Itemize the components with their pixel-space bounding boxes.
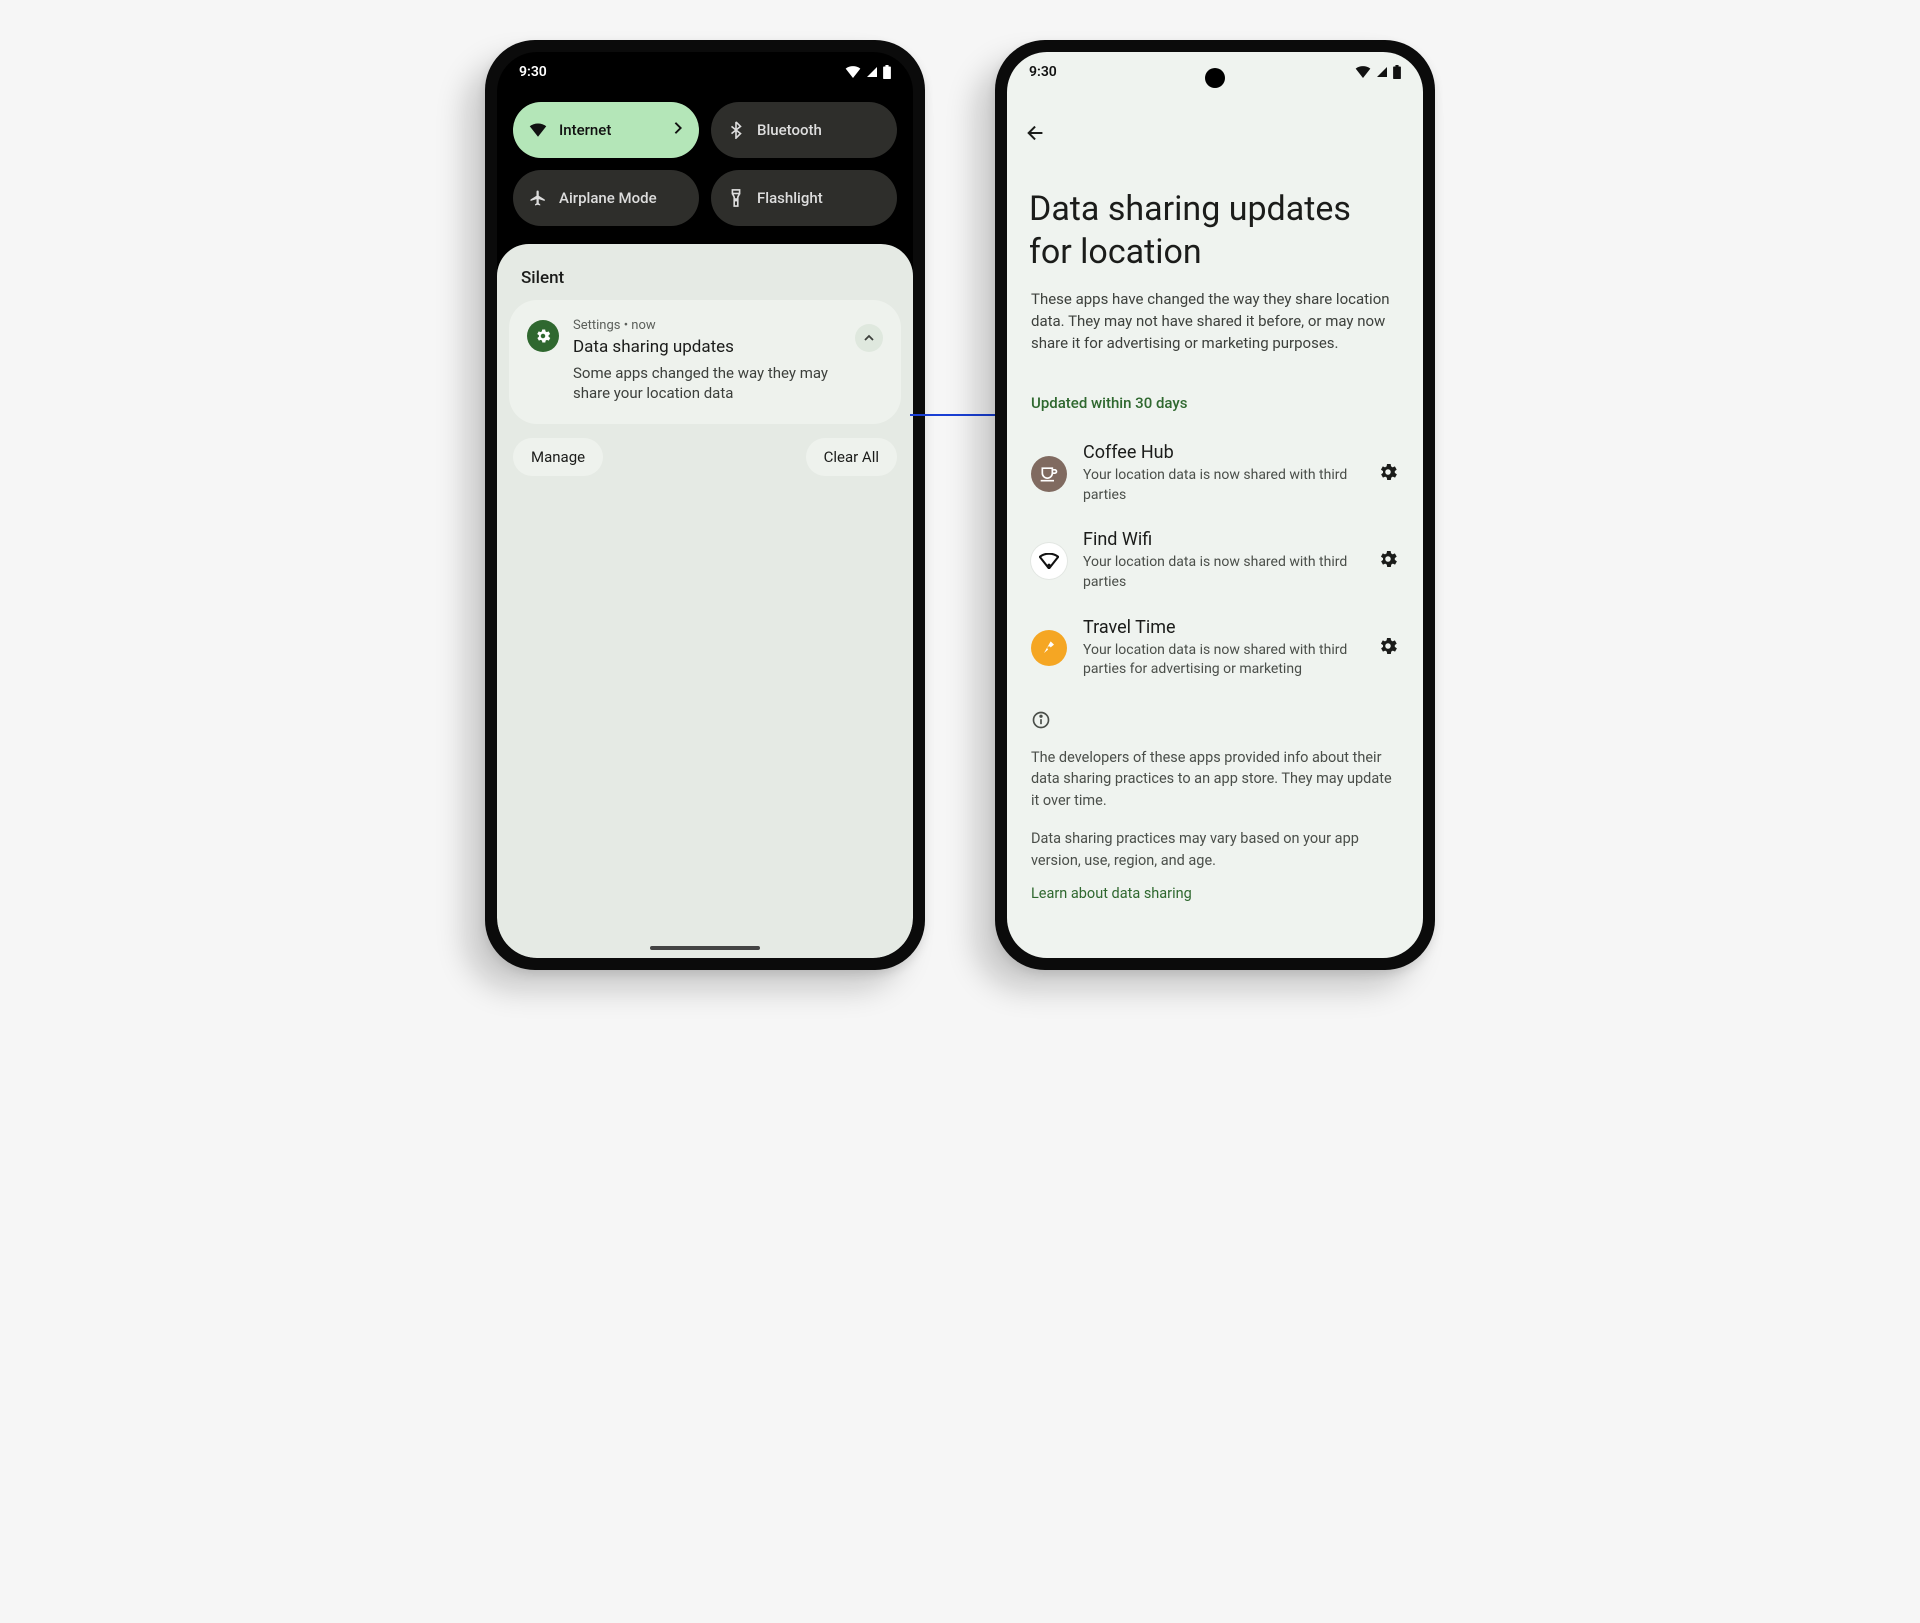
- qs-tile-flashlight[interactable]: Flashlight: [711, 170, 897, 226]
- wifi-app-icon: [1031, 543, 1067, 579]
- page-description: These apps have changed the way they sha…: [1007, 279, 1423, 354]
- notification-card[interactable]: Settings • now Data sharing updates Some…: [509, 300, 901, 424]
- app-sub: Your location data is now shared with th…: [1083, 466, 1361, 505]
- status-icons: [845, 65, 891, 79]
- notification-shade: Silent Settings • now Data sharing updat…: [497, 244, 913, 958]
- gear-icon: [1377, 635, 1399, 657]
- qs-tile-airplane[interactable]: Airplane Mode: [513, 170, 699, 226]
- app-settings-button[interactable]: [1377, 635, 1399, 661]
- status-bar: 9:30: [497, 52, 913, 92]
- flashlight-icon: [727, 189, 745, 207]
- back-button[interactable]: [1025, 129, 1047, 148]
- info-icon: [1031, 710, 1399, 737]
- app-sub: Your location data is now shared with th…: [1083, 553, 1361, 592]
- qs-tile-bluetooth[interactable]: Bluetooth: [711, 102, 897, 158]
- clock: 9:30: [1029, 64, 1057, 80]
- battery-icon: [1393, 65, 1401, 79]
- wifi-icon: [529, 123, 547, 137]
- app-row-travel-time[interactable]: Travel Time Your location data is now sh…: [1007, 593, 1423, 680]
- app-name: Coffee Hub: [1083, 442, 1361, 463]
- camera-hole: [1205, 68, 1225, 88]
- app-settings-button[interactable]: [1377, 461, 1399, 487]
- signal-icon: [865, 66, 879, 78]
- app-row-coffee-hub[interactable]: Coffee Hub Your location data is now sha…: [1007, 418, 1423, 505]
- phone-notification-shade: 9:30 Internet: [485, 40, 925, 970]
- compass-icon: [1031, 630, 1067, 666]
- notification-app-label: Settings • now: [573, 318, 841, 333]
- coffee-icon: [1031, 456, 1067, 492]
- qs-label: Bluetooth: [757, 121, 822, 139]
- bluetooth-icon: [727, 121, 745, 139]
- manage-button[interactable]: Manage: [513, 438, 603, 476]
- phone-settings-page: 9:30 Data sharing updates for location T…: [995, 40, 1435, 970]
- notification-title: Data sharing updates: [573, 337, 841, 357]
- app-row-find-wifi[interactable]: Find Wifi Your location data is now shar…: [1007, 505, 1423, 592]
- page-title: Data sharing updates for location: [1007, 158, 1423, 279]
- nav-handle[interactable]: [650, 946, 760, 950]
- wifi-icon: [845, 66, 861, 78]
- silent-section-label: Silent: [509, 262, 901, 300]
- app-settings-button[interactable]: [1377, 548, 1399, 574]
- app-sub: Your location data is now shared with th…: [1083, 641, 1361, 680]
- info-text-2: Data sharing practices may vary based on…: [1031, 828, 1399, 872]
- updated-subheader: Updated within 30 days: [1007, 354, 1423, 418]
- status-icons: [1355, 65, 1401, 79]
- chevron-up-icon: [863, 334, 875, 342]
- battery-icon: [883, 65, 891, 79]
- gear-icon: [1377, 548, 1399, 570]
- app-name: Travel Time: [1083, 617, 1361, 638]
- wifi-icon: [1355, 66, 1371, 78]
- info-text-1: The developers of these apps provided in…: [1031, 747, 1399, 812]
- quick-settings-grid: Internet Bluetooth Airplane: [497, 92, 913, 244]
- qs-label: Airplane Mode: [559, 189, 657, 207]
- qs-label: Flashlight: [757, 189, 823, 207]
- arrow-left-icon: [1025, 122, 1047, 144]
- learn-link[interactable]: Learn about data sharing: [1007, 871, 1423, 916]
- settings-icon: [527, 320, 559, 352]
- clear-all-button[interactable]: Clear All: [806, 438, 897, 476]
- signal-icon: [1375, 66, 1389, 78]
- chevron-right-icon: [673, 121, 683, 139]
- gear-icon: [1377, 461, 1399, 483]
- airplane-icon: [529, 189, 547, 207]
- collapse-button[interactable]: [855, 324, 883, 352]
- clock: 9:30: [519, 64, 547, 80]
- qs-tile-internet[interactable]: Internet: [513, 102, 699, 158]
- notification-body: Some apps changed the way they may share…: [573, 363, 841, 404]
- qs-label: Internet: [559, 121, 611, 139]
- app-name: Find Wifi: [1083, 529, 1361, 550]
